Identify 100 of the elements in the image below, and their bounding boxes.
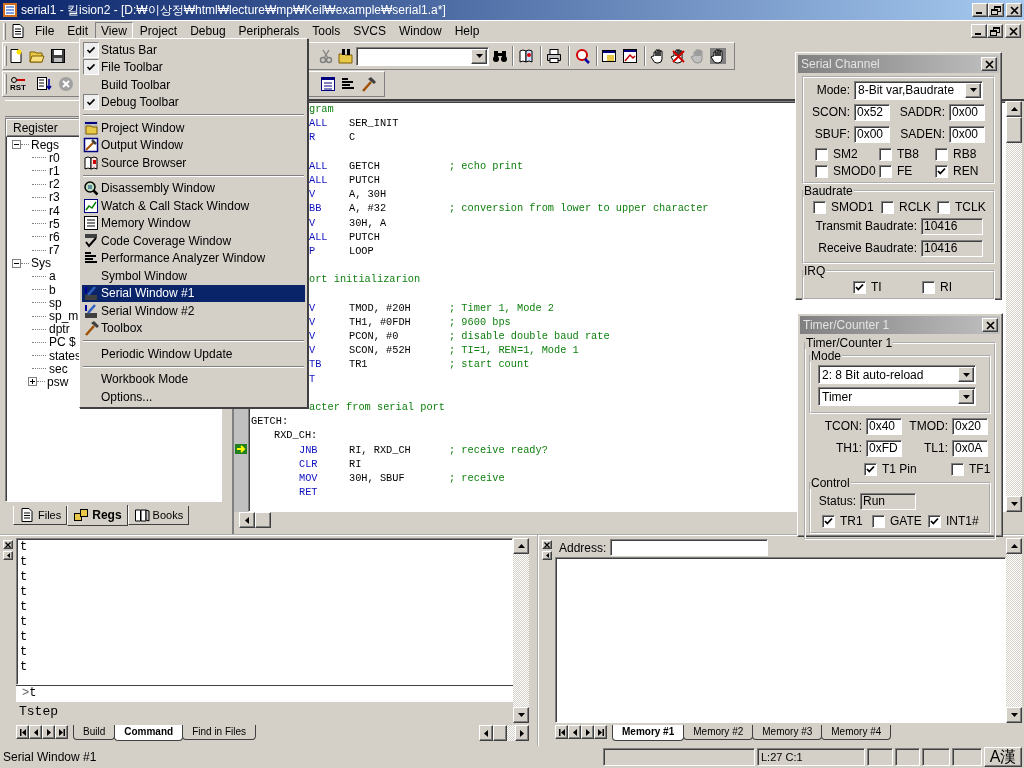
- tree-item[interactable]: sp: [49, 295, 62, 310]
- binoculars-icon[interactable]: [492, 48, 508, 64]
- menu-item[interactable]: Build Toolbar: [82, 76, 305, 94]
- tree-item[interactable]: r1: [49, 163, 60, 178]
- close-button[interactable]: [981, 57, 997, 71]
- mode-dropdown[interactable]: 8-Bit var,Baudrate: [854, 80, 983, 100]
- horizontal-scrollbar[interactable]: [479, 725, 529, 741]
- tab[interactable]: Command: [114, 725, 184, 741]
- minimize-button[interactable]: [971, 24, 987, 38]
- save-icon[interactable]: [50, 48, 66, 64]
- checkbox[interactable]: [813, 200, 826, 214]
- checkbox[interactable]: [951, 462, 964, 476]
- tab[interactable]: Books: [127, 506, 190, 525]
- tree-item[interactable]: a: [49, 269, 56, 284]
- checkbox[interactable]: [879, 164, 892, 178]
- open-folder-icon[interactable]: [29, 48, 45, 64]
- previous-tab-button[interactable]: [29, 725, 42, 739]
- scroll-right-button[interactable]: [515, 725, 529, 741]
- input-field[interactable]: 0x00: [949, 125, 985, 143]
- address-field[interactable]: [610, 539, 769, 556]
- input-field[interactable]: 0x00: [949, 103, 985, 121]
- tree-item[interactable]: sp_m: [49, 309, 79, 324]
- scroll-down-button[interactable]: [513, 707, 529, 723]
- menu-item[interactable]: Code Coverage Window: [82, 232, 305, 250]
- tree-item[interactable]: sec: [49, 361, 68, 376]
- hand-icon[interactable]: [650, 48, 666, 64]
- checkbox[interactable]: [815, 147, 828, 161]
- tree-item[interactable]: r4: [49, 203, 60, 218]
- tab[interactable]: Find in Files: [182, 725, 257, 740]
- collapse-button[interactable]: [542, 551, 552, 560]
- checkbox[interactable]: [815, 164, 828, 178]
- last-tab-button[interactable]: [55, 725, 68, 739]
- menu-item[interactable]: Source Browser: [82, 154, 305, 172]
- tree-item[interactable]: b: [49, 282, 56, 297]
- menu-item[interactable]: Status Bar: [82, 41, 305, 59]
- scroll-left-button[interactable]: [239, 512, 255, 528]
- magnifier-icon[interactable]: [574, 48, 590, 64]
- collapse-icon[interactable]: [12, 258, 21, 268]
- mode-dropdown[interactable]: 2: 8 Bit auto-reload: [818, 365, 976, 384]
- input-field[interactable]: 0xFD: [866, 439, 902, 457]
- scroll-down-button[interactable]: [1006, 707, 1022, 723]
- mode-dropdown[interactable]: Timer: [818, 387, 976, 406]
- menu-item[interactable]: Debug Toolbar: [82, 93, 305, 111]
- expand-icon[interactable]: [28, 377, 37, 387]
- first-tab-button[interactable]: [16, 725, 29, 739]
- ime-indicator[interactable]: A漢: [984, 747, 1022, 767]
- tree-item[interactable]: psw: [47, 374, 69, 389]
- tree-item[interactable]: r6: [49, 229, 60, 244]
- tree-item[interactable]: PC $: [49, 335, 76, 350]
- tree-item[interactable]: r3: [49, 190, 60, 205]
- folder-binoculars-icon[interactable]: [338, 48, 354, 64]
- checkbox[interactable]: [879, 147, 892, 161]
- scroll-left-button[interactable]: [479, 725, 493, 741]
- scroll-up-button[interactable]: [513, 538, 529, 554]
- reset-button[interactable]: RST: [8, 73, 28, 96]
- input-field[interactable]: 0x00: [854, 125, 890, 143]
- checkbox[interactable]: [822, 514, 835, 528]
- checkbox[interactable]: [928, 514, 941, 528]
- tree-item[interactable]: r5: [49, 216, 60, 231]
- scroll-thumb[interactable]: [1006, 117, 1022, 143]
- scroll-thumb[interactable]: [493, 725, 507, 741]
- collapse-icon[interactable]: [12, 140, 21, 150]
- menu-item[interactable]: File Toolbar: [82, 58, 305, 76]
- menu-item[interactable]: Toolbox: [82, 319, 305, 337]
- close-button[interactable]: [542, 540, 552, 549]
- close-button[interactable]: [1005, 24, 1021, 38]
- checkbox[interactable]: [872, 514, 885, 528]
- vertical-scrollbar[interactable]: [1006, 101, 1022, 512]
- tab[interactable]: Memory #2: [683, 725, 754, 740]
- vertical-scrollbar[interactable]: [1006, 538, 1022, 723]
- tree-item[interactable]: dptr: [49, 322, 70, 337]
- tree-item[interactable]: Regs: [31, 137, 59, 152]
- menu-item[interactable]: Options...: [82, 388, 305, 406]
- tree-item[interactable]: Sys: [31, 256, 51, 271]
- tab[interactable]: Memory #1: [612, 725, 685, 741]
- restore-button[interactable]: [988, 3, 1004, 17]
- menu-item[interactable]: Edit: [61, 22, 95, 40]
- scroll-thumb[interactable]: [255, 512, 271, 528]
- hammer-icon[interactable]: [360, 76, 376, 93]
- step-list-icon[interactable]: [36, 76, 52, 93]
- printer-icon[interactable]: [546, 48, 562, 64]
- scroll-down-button[interactable]: [1006, 496, 1022, 512]
- menu-item[interactable]: Serial Window #2: [82, 302, 305, 320]
- input-field[interactable]: 0x40: [866, 417, 902, 435]
- restore-button[interactable]: [987, 24, 1003, 38]
- checkbox[interactable]: [935, 147, 948, 161]
- window-icon[interactable]: [601, 48, 617, 64]
- menu-item[interactable]: Help: [448, 22, 486, 40]
- window-picture-icon[interactable]: [622, 48, 638, 64]
- tree-item[interactable]: states: [49, 348, 81, 363]
- menu-item[interactable]: Workbook Mode: [82, 370, 305, 388]
- vertical-scrollbar[interactable]: [513, 538, 529, 723]
- menu-item[interactable]: Symbol Window: [82, 267, 305, 285]
- collapse-button[interactable]: [3, 551, 13, 560]
- checkbox[interactable]: [937, 200, 950, 214]
- close-button[interactable]: [982, 318, 998, 332]
- checkbox[interactable]: [853, 280, 866, 294]
- menu-item[interactable]: Output Window: [82, 136, 305, 154]
- menu-item[interactable]: Project: [133, 22, 184, 40]
- checkbox[interactable]: [922, 280, 935, 294]
